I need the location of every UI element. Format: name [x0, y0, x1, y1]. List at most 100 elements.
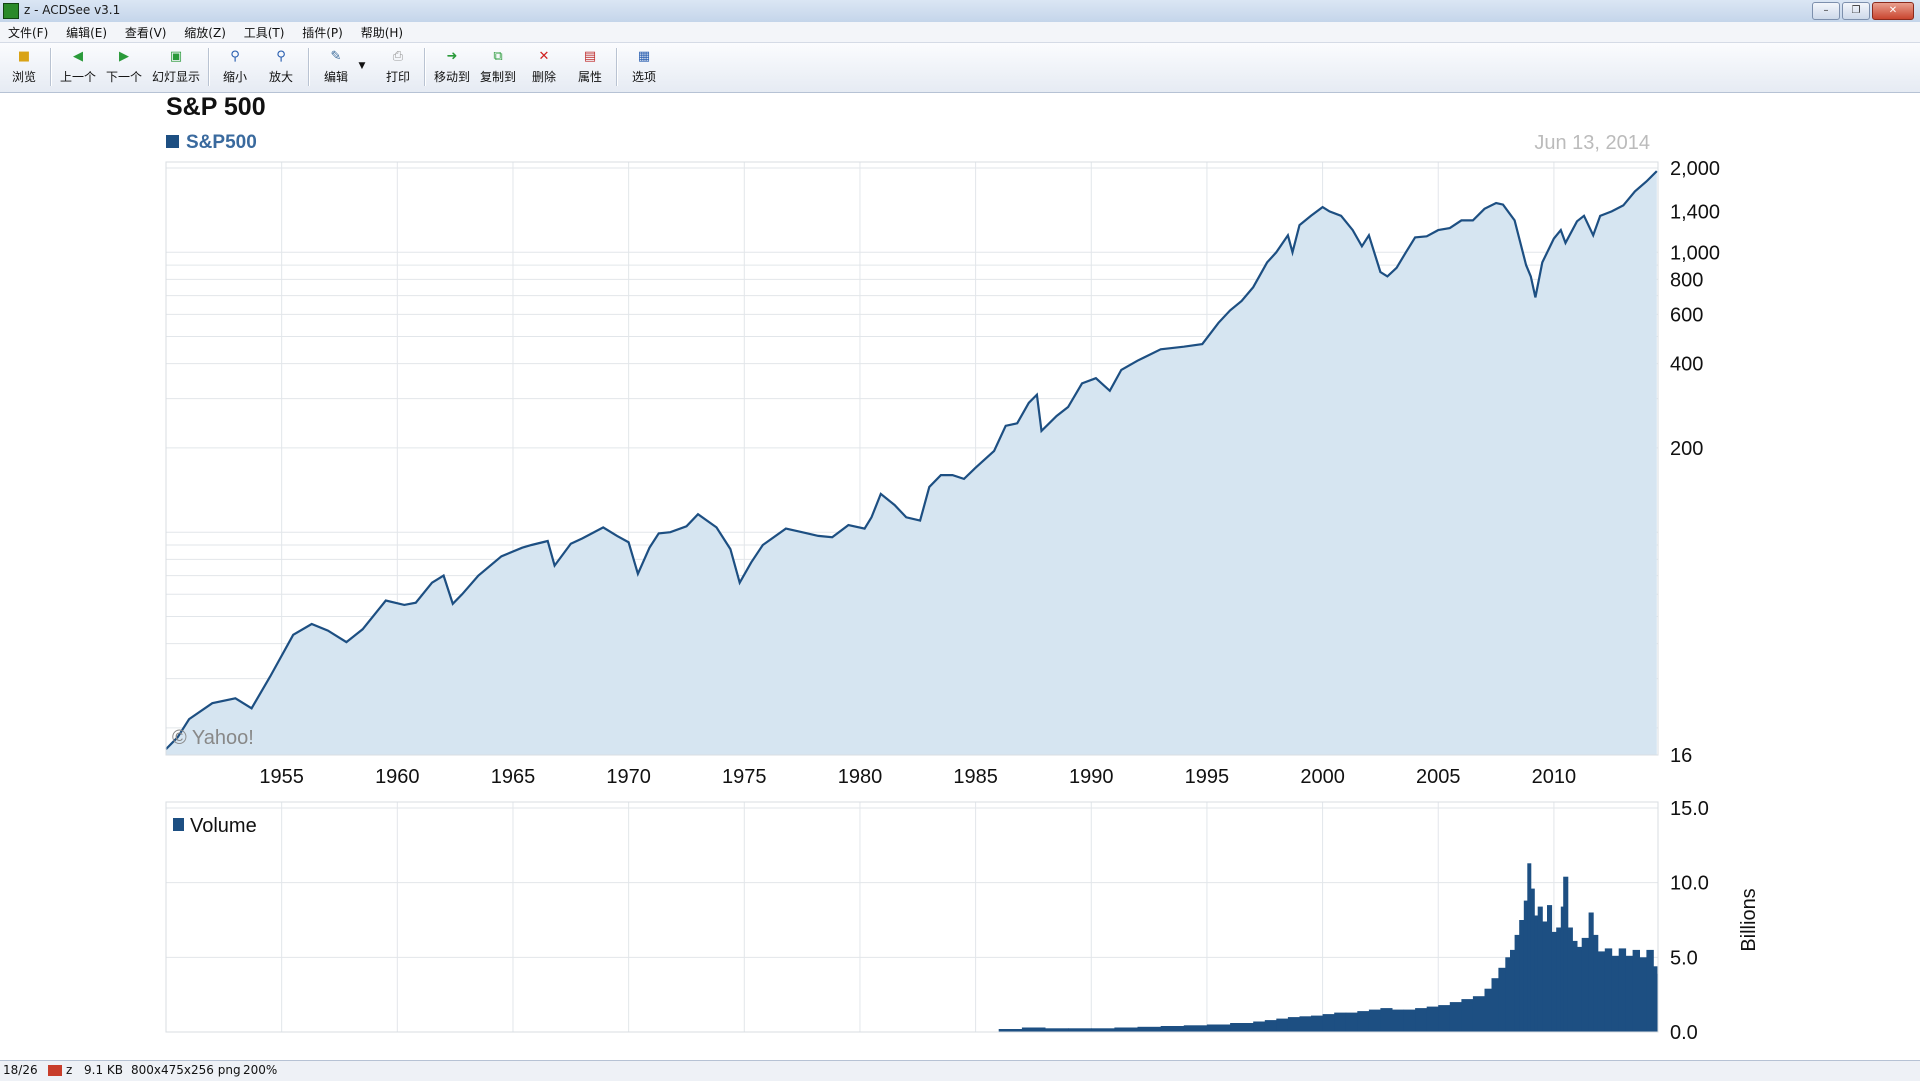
- price-y-tick-label: 800: [1670, 269, 1703, 291]
- delete-button[interactable]: ✕ 删除: [523, 47, 565, 89]
- date-label: Jun 13, 2014: [1534, 132, 1650, 154]
- toolbar-separator: [616, 48, 618, 86]
- volume-bar: [1547, 905, 1553, 1032]
- options-icon: ▦: [637, 49, 651, 64]
- volume-bar: [1646, 949, 1654, 1032]
- x-tick-label: 2005: [1416, 766, 1461, 788]
- price-y-tick-label: 600: [1670, 304, 1703, 326]
- zoom-in-button[interactable]: ⚲ 放大: [260, 47, 302, 89]
- volume-legend-swatch: [173, 818, 184, 831]
- volume-plot-border: [165, 801, 1659, 1033]
- volume-bar: [1593, 934, 1599, 1032]
- volume-bar: [1611, 955, 1620, 1032]
- slideshow-button[interactable]: ▣ 幻灯显示: [150, 47, 202, 89]
- edit-button[interactable]: ✎ 编辑: [315, 47, 357, 89]
- status-bar: 18/26 z 9.1 KB 800x475x256 png 200%: [0, 1060, 1920, 1081]
- volume-bar: [1299, 1016, 1312, 1032]
- edit-label: 编辑: [323, 70, 348, 84]
- menu-plugins[interactable]: 插件(P): [296, 22, 349, 43]
- volume-bar: [1472, 996, 1485, 1032]
- move-icon: ➜: [446, 49, 458, 64]
- volume-bar: [1137, 1026, 1162, 1032]
- menu-help[interactable]: 帮助(H): [355, 22, 409, 43]
- menu-view[interactable]: 查看(V): [119, 22, 173, 43]
- next-button[interactable]: ▶ 下一个: [103, 47, 145, 89]
- price-y-tick-label: 1,000: [1670, 242, 1720, 264]
- window-controls: – ❐ ✕: [1812, 2, 1914, 20]
- x-tick-label: 1995: [1185, 766, 1230, 788]
- volume-bar: [1426, 1006, 1439, 1032]
- volume-bar: [1537, 906, 1543, 1032]
- menu-zoom[interactable]: 缩放(Z): [178, 22, 232, 43]
- volume-bar: [1415, 1008, 1428, 1032]
- volume-bar: [1449, 1002, 1462, 1032]
- slideshow-icon: ▣: [169, 49, 183, 64]
- toolbar: ■ 浏览 ◀ 上一个 ▶ 下一个 ▣ 幻灯显示 ⚲ 缩小 ⚲ 放大 ✎ 编辑 ▼…: [0, 43, 1920, 93]
- toolbar-separator: [208, 48, 210, 86]
- volume-bar: [1253, 1021, 1266, 1032]
- volume-bar: [1639, 957, 1647, 1032]
- menu-file[interactable]: 文件(F): [2, 22, 54, 43]
- price-y-axis: 2,000 1,400 1,000 800 600 400 200 16: [1670, 158, 1720, 767]
- options-label: 选项: [631, 70, 656, 84]
- volume-bar: [1438, 1005, 1451, 1032]
- volume-y-tick-label: 10.0: [1670, 873, 1709, 895]
- volume-bar: [1484, 988, 1492, 1032]
- edit-image-icon: ✎: [330, 49, 342, 64]
- x-tick-label: 1985: [953, 766, 998, 788]
- x-tick-label: 1980: [838, 766, 883, 788]
- restore-button[interactable]: ❐: [1842, 2, 1870, 20]
- status-filesize: 9.1 KB: [84, 1063, 123, 1077]
- move-to-button[interactable]: ➜ 移动到: [431, 47, 473, 89]
- volume-y-axis: 15.0 10.0 5.0 0.0: [1670, 798, 1709, 1044]
- volume-gridlines: [166, 802, 1658, 1033]
- volume-bar: [1597, 951, 1606, 1032]
- volume-bar: [1276, 1018, 1289, 1032]
- price-y-tick-label: 2,000: [1670, 158, 1720, 180]
- zoom-out-button[interactable]: ⚲ 缩小: [214, 47, 256, 89]
- prev-label: 上一个: [59, 70, 96, 84]
- properties-button[interactable]: ▤ 属性: [569, 47, 611, 89]
- x-tick-label: 1990: [1069, 766, 1114, 788]
- menu-bar: 文件(F) 编辑(E) 查看(V) 缩放(Z) 工具(T) 插件(P) 帮助(H…: [0, 22, 1920, 43]
- next-label: 下一个: [105, 70, 142, 84]
- magnifier-plus-icon: ⚲: [276, 49, 286, 64]
- legend-label: S&P500: [186, 132, 257, 153]
- chart-title: S&P 500: [166, 93, 266, 121]
- volume-bars: [998, 863, 1658, 1032]
- volume-bar: [1560, 906, 1564, 1032]
- volume-bar: [1068, 1028, 1092, 1032]
- price-y-tick-label: 200: [1670, 438, 1703, 460]
- status-position: 18/26: [3, 1063, 38, 1077]
- menu-edit[interactable]: 编辑(E): [60, 22, 113, 43]
- price-y-tick-label: 400: [1670, 354, 1703, 376]
- close-button[interactable]: ✕: [1872, 2, 1914, 20]
- volume-bar: [1588, 912, 1594, 1032]
- yahoo-watermark: © Yahoo!: [172, 727, 254, 749]
- volume-bar: [1572, 940, 1578, 1032]
- volume-bar: [1625, 955, 1633, 1032]
- volume-bar: [1311, 1015, 1324, 1032]
- volume-bar: [1264, 1020, 1277, 1032]
- volume-bar: [1519, 920, 1525, 1032]
- x-tick-label: 2010: [1532, 766, 1577, 788]
- menu-tools[interactable]: 工具(T): [238, 22, 291, 43]
- status-filename: z: [66, 1063, 73, 1077]
- title-bar: z - ACDSee v3.1 – ❐ ✕: [0, 0, 1920, 23]
- minimize-button[interactable]: –: [1812, 2, 1840, 20]
- volume-bar: [1527, 863, 1532, 1032]
- copy-to-button[interactable]: ⧉ 复制到: [477, 47, 519, 89]
- toolbar-separator: [50, 48, 52, 86]
- print-button[interactable]: ⎙ 打印: [377, 47, 419, 89]
- browse-button[interactable]: ■ 浏览: [3, 47, 45, 89]
- prev-image-icon: ◀: [73, 49, 83, 64]
- x-tick-label: 1965: [491, 766, 536, 788]
- options-button[interactable]: ▦ 选项: [623, 47, 665, 89]
- prev-button[interactable]: ◀ 上一个: [57, 47, 99, 89]
- volume-bar: [1091, 1028, 1115, 1032]
- legend-swatch: [166, 135, 179, 148]
- image-viewport[interactable]: S&P 500 S&P500 Jun 13, 2014 2,000 1,400 1,…: [0, 93, 1920, 1058]
- status-image-info: 800x475x256 png: [131, 1063, 241, 1077]
- volume-bar: [1183, 1025, 1208, 1032]
- chart-image: S&P 500 S&P500 Jun 13, 2014 2,000 1,400 1,…: [165, 93, 1760, 1044]
